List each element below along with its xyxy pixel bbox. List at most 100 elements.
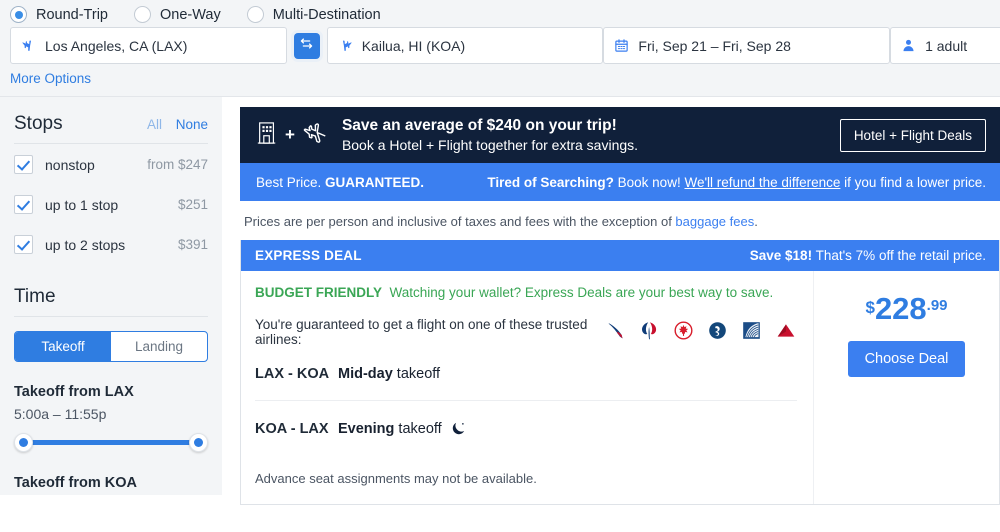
stops-filter-title: Stops	[14, 113, 63, 134]
destination-value: Kailua, HI (KOA)	[361, 37, 466, 54]
airline-logo-group	[605, 320, 797, 344]
trip-type-one-way[interactable]: One-Way	[134, 6, 221, 23]
checkbox-up-to-2-stops[interactable]	[14, 235, 33, 254]
trip-type-group: Round-Trip One-Way Multi-Destination	[0, 0, 1000, 27]
slider-range-lax: 5:00a – 11:55p	[14, 406, 107, 422]
origin-input[interactable]: Los Angeles, CA (LAX)	[10, 27, 287, 64]
promo-subline: Book a Hotel + Flight together for extra…	[341, 136, 639, 153]
passengers-input[interactable]: 1 adult	[890, 27, 1000, 64]
stops-option-label: up to 1 stop	[45, 196, 119, 213]
prices-disclaimer-period: .	[754, 214, 758, 229]
guarantee-left-bold: GUARANTEED.	[325, 174, 425, 190]
express-deal-price-column: $228.99 Choose Deal	[813, 271, 999, 504]
flight-leg-outbound: LAX - KOA Mid-day takeoff	[255, 347, 797, 400]
stops-option-nonstop[interactable]: nonstop from $247	[14, 144, 208, 184]
trip-type-round-trip[interactable]: Round-Trip	[10, 6, 108, 23]
stops-option-label: up to 2 stops	[45, 236, 126, 253]
leg-time-rest: takeoff	[394, 420, 442, 437]
leg-route: KOA - LAX	[255, 420, 329, 437]
leg-time: Mid-day takeoff	[338, 366, 440, 382]
stops-filter-header: Stops All None	[14, 97, 208, 143]
slider-track	[25, 440, 197, 445]
radio-round-trip[interactable]	[10, 6, 27, 23]
trip-type-multi-destination[interactable]: Multi-Destination	[246, 6, 381, 23]
budget-friendly-row: BUDGET FRIENDLY Watching your wallet? Ex…	[255, 285, 797, 300]
best-price-guarantee-bar: Best Price. GUARANTEED. Tired of Searchi…	[240, 163, 1000, 201]
stops-option-price: $391	[177, 237, 208, 252]
slider-handle-max[interactable]	[189, 433, 208, 452]
deal-price: $228.99	[865, 293, 947, 324]
slider-title-lax: Takeoff from LAX	[14, 384, 134, 400]
savings-detail: That's 7% off the retail price.	[812, 248, 986, 263]
stops-option-up-to-2-stops[interactable]: up to 2 stops $391	[14, 224, 208, 264]
time-filter-header: Time	[14, 264, 208, 316]
slider-title-koa: Takeoff from KOA	[14, 475, 137, 491]
leg-route: LAX - KOA	[255, 366, 330, 382]
american-airlines-logo-icon	[639, 320, 660, 344]
price-currency: $	[865, 298, 875, 317]
united-airlines-logo-icon	[741, 320, 762, 344]
delta-airlines-logo-icon	[775, 320, 797, 344]
swap-horizontal-icon	[299, 36, 314, 56]
page-content: Stops All None nonstop from $247 up to 1…	[0, 97, 1000, 505]
more-options-link[interactable]: More Options	[0, 64, 1000, 86]
checkbox-up-to-1-stop[interactable]	[14, 195, 33, 214]
stops-option-up-to-1-stop[interactable]: up to 1 stop $251	[14, 184, 208, 224]
baggage-fees-link[interactable]: baggage fees	[675, 214, 754, 229]
time-divider	[14, 316, 208, 317]
leg-time-bold: Mid-day	[338, 366, 393, 382]
prices-disclaimer-text: Prices are per person and inclusive of t…	[244, 214, 676, 229]
origin-value: Los Angeles, CA (LAX)	[45, 37, 188, 54]
advance-seat-note: Advance seat assignments may not be avai…	[255, 471, 537, 486]
budget-friendly-tag: BUDGET FRIENDLY	[255, 285, 383, 300]
radio-one-way[interactable]	[134, 6, 151, 23]
plus-sign: +	[285, 125, 295, 144]
stops-select-none-link[interactable]: None	[176, 117, 208, 132]
promo-headline: Save an average of $240 on your trip!	[341, 117, 617, 135]
savings-amount: Save $18!	[749, 248, 813, 263]
guarantee-right: Tired of Searching? Book now! We'll refu…	[487, 175, 986, 190]
slider-handle-min[interactable]	[14, 433, 33, 452]
choose-deal-button[interactable]: Choose Deal	[847, 341, 966, 377]
guarantee-right-plain2: if you find a lower price.	[844, 174, 986, 190]
date-range-input[interactable]: Fri, Sep 21 – Fri, Sep 28	[603, 27, 891, 64]
toggle-landing[interactable]: Landing	[111, 332, 207, 361]
checkbox-nonstop[interactable]	[14, 155, 33, 174]
guarantee-left-plain: Best Price.	[256, 174, 322, 190]
express-deal-header: EXPRESS DEAL Save $18! That's 7% off the…	[241, 240, 999, 271]
express-deal-title: EXPRESS DEAL	[255, 248, 362, 263]
airplane-arrive-icon	[338, 38, 353, 53]
takeoff-time-slider-lax[interactable]	[14, 431, 208, 453]
date-range-value: Fri, Sep 21 – Fri, Sep 28	[638, 37, 791, 54]
stops-select-all-link[interactable]: All	[147, 117, 162, 132]
price-cents: .99	[926, 297, 948, 314]
prices-disclaimer: Prices are per person and inclusive of t…	[240, 201, 1000, 240]
swap-origin-destination-button[interactable]	[293, 32, 320, 59]
person-icon	[901, 38, 916, 53]
promo-text: Save an average of $240 on your trip! Bo…	[342, 116, 638, 154]
trip-type-label: One-Way	[160, 6, 221, 23]
toggle-takeoff[interactable]: Takeoff	[15, 332, 111, 361]
trusted-airlines-text: You're guaranteed to get a flight on one…	[255, 317, 588, 347]
flight-leg-return: KOA - LAX Evening takeoff	[255, 401, 797, 455]
radio-multi-destination[interactable]	[246, 6, 264, 23]
airplane-depart-icon	[21, 38, 36, 53]
leg-time-rest: takeoff	[392, 366, 441, 382]
stops-option-label: nonstop	[45, 156, 95, 173]
hotel-building-icon	[256, 121, 278, 150]
alaska-airlines-logo-icon	[605, 320, 626, 344]
air-canada-logo-icon	[673, 320, 694, 344]
express-deal-savings: Save $18! That's 7% off the retail price…	[750, 248, 986, 263]
takeoff-landing-toggle[interactable]: Takeoff Landing	[14, 331, 208, 362]
price-dollars: 228	[874, 291, 927, 326]
destination-input[interactable]: Kailua, HI (KOA)	[326, 27, 604, 64]
express-deal-card[interactable]: EXPRESS DEAL Save $18! That's 7% off the…	[240, 240, 1000, 505]
express-deal-details: BUDGET FRIENDLY Watching your wallet? Ex…	[241, 271, 813, 504]
trip-type-label: Multi-Destination	[272, 6, 381, 23]
moon-icon	[450, 420, 467, 437]
calendar-icon	[614, 38, 629, 53]
refund-difference-link[interactable]: We'll refund the difference	[684, 175, 840, 190]
trip-type-label: Round-Trip	[36, 6, 108, 23]
hotel-flight-deals-button[interactable]: Hotel + Flight Deals	[839, 118, 986, 152]
airplane-outline-icon	[302, 120, 328, 151]
